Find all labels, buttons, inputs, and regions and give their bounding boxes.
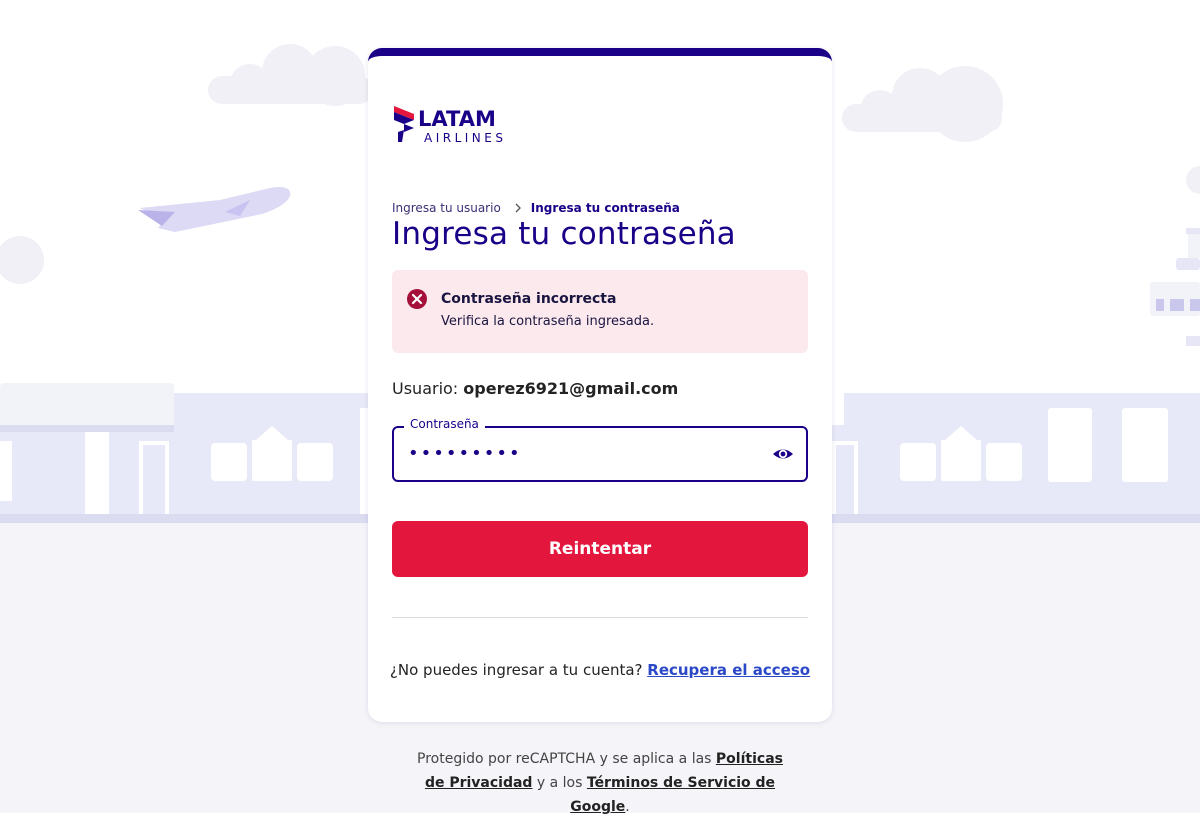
error-icon (407, 289, 427, 309)
chevron-right-icon (515, 203, 521, 213)
logo-subtitle: AIRLINES (424, 131, 507, 144)
recover-access: ¿No puedes ingresar a tu cuenta? Recuper… (368, 661, 832, 679)
page-title: Ingresa tu contraseña (392, 216, 736, 252)
retry-button[interactable]: Reintentar (392, 521, 808, 577)
control-tower-icon (1150, 228, 1200, 346)
password-input[interactable]: ••••••••• (408, 443, 522, 464)
breadcrumb-step-user[interactable]: Ingresa tu usuario (392, 201, 501, 215)
password-field[interactable]: Contraseña ••••••••• (392, 417, 808, 482)
user-label: Usuario: (392, 379, 459, 398)
login-card: LATAM AIRLINES Ingresa tu usuario Ingres… (368, 48, 832, 722)
recaptcha-notice: Protegido por reCAPTCHA y se aplica a la… (410, 747, 790, 819)
cloud-right-icon (842, 66, 1003, 142)
recaptcha-text-2: y a los (536, 775, 583, 791)
user-email: operez6921@gmail.com (463, 379, 679, 398)
alert-title: Contraseña incorrecta (441, 291, 617, 307)
latam-logo-icon (394, 106, 414, 142)
password-label: Contraseña (404, 417, 485, 431)
error-alert: Contraseña incorrecta Verifica la contra… (392, 270, 808, 353)
alert-message: Verifica la contraseña ingresada. (441, 314, 655, 329)
cloud-left-icon (208, 44, 373, 106)
divider (392, 617, 808, 618)
recover-text: ¿No puedes ingresar a tu cuenta? (389, 661, 643, 679)
breadcrumb-step-password: Ingresa tu contraseña (530, 201, 680, 215)
latam-logo: LATAM AIRLINES (394, 106, 507, 144)
airplane-icon (138, 187, 291, 232)
recover-access-link[interactable]: Recupera el acceso (647, 661, 810, 679)
recaptcha-text: Protegido por reCAPTCHA y se aplica a la… (417, 751, 712, 767)
breadcrumb: Ingresa tu usuario Ingresa tu contraseña (392, 201, 680, 215)
logo-wordmark: LATAM (418, 107, 496, 131)
show-password-icon[interactable] (772, 444, 794, 464)
user-info: Usuario: operez6921@gmail.com (392, 379, 678, 398)
terms-of-service-link[interactable]: Términos de Servicio de Google (570, 775, 775, 815)
